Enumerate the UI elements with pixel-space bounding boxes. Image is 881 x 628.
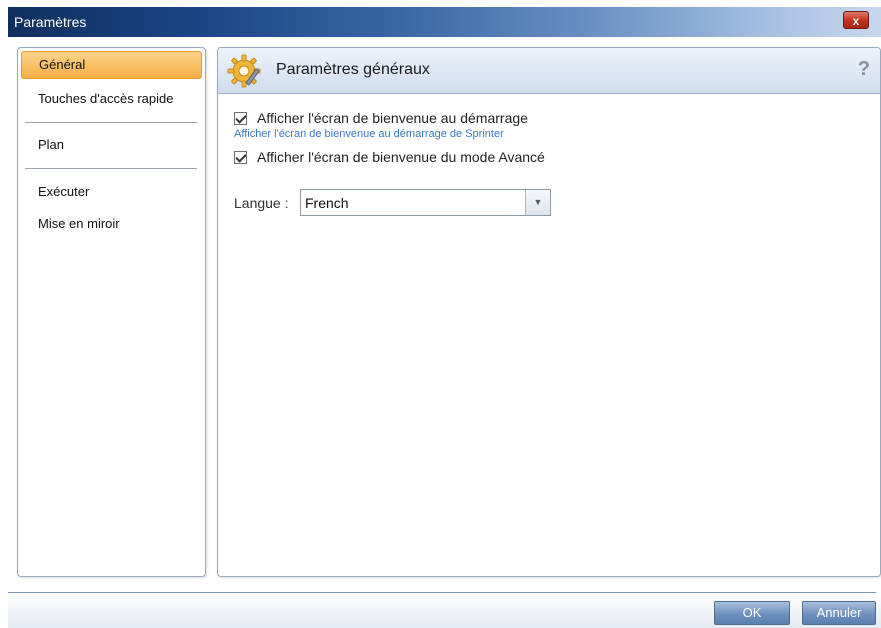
- chevron-down-icon[interactable]: ▼: [525, 190, 550, 215]
- sidebar-item-mirroring[interactable]: Mise en miroir: [21, 210, 202, 238]
- sidebar-divider: [25, 122, 197, 123]
- sidebar-item-plan[interactable]: Plan: [21, 131, 202, 159]
- cancel-button[interactable]: Annuler: [802, 601, 876, 625]
- sidebar-item-general[interactable]: Général: [21, 51, 202, 79]
- gear-wrench-icon: [227, 54, 261, 88]
- welcome-advanced-checkbox[interactable]: [234, 150, 247, 164]
- title-bar: Paramètres x: [8, 7, 881, 37]
- ok-button[interactable]: OK: [714, 601, 790, 625]
- language-select[interactable]: French ▼: [300, 189, 551, 216]
- sidebar-item-run[interactable]: Exécuter: [21, 178, 202, 206]
- panel-header: Paramètres généraux ?: [218, 48, 880, 94]
- help-icon[interactable]: ?: [858, 58, 870, 81]
- close-button[interactable]: x: [843, 11, 869, 29]
- welcome-startup-checkbox[interactable]: [234, 111, 247, 125]
- sidebar-item-shortcuts[interactable]: Touches d'accès rapide: [21, 85, 202, 113]
- welcome-startup-hint: Afficher l'écran de bienvenue au démarra…: [234, 128, 504, 140]
- sidebar-divider: [25, 168, 197, 169]
- window-title: Paramètres: [14, 14, 87, 30]
- option-welcome-advanced[interactable]: Afficher l'écran de bienvenue du mode Av…: [234, 148, 545, 166]
- language-label: Langue :: [234, 195, 289, 211]
- panel-title: Paramètres généraux: [276, 61, 430, 78]
- welcome-startup-label: Afficher l'écran de bienvenue au démarra…: [257, 110, 528, 126]
- option-welcome-startup[interactable]: Afficher l'écran de bienvenue au démarra…: [234, 109, 528, 127]
- language-value: French: [305, 195, 349, 211]
- settings-sidebar: Général Touches d'accès rapide Plan Exéc…: [17, 47, 206, 577]
- general-settings-panel: Paramètres généraux ? Afficher l'écran d…: [217, 47, 881, 577]
- welcome-advanced-label: Afficher l'écran de bienvenue du mode Av…: [257, 149, 545, 165]
